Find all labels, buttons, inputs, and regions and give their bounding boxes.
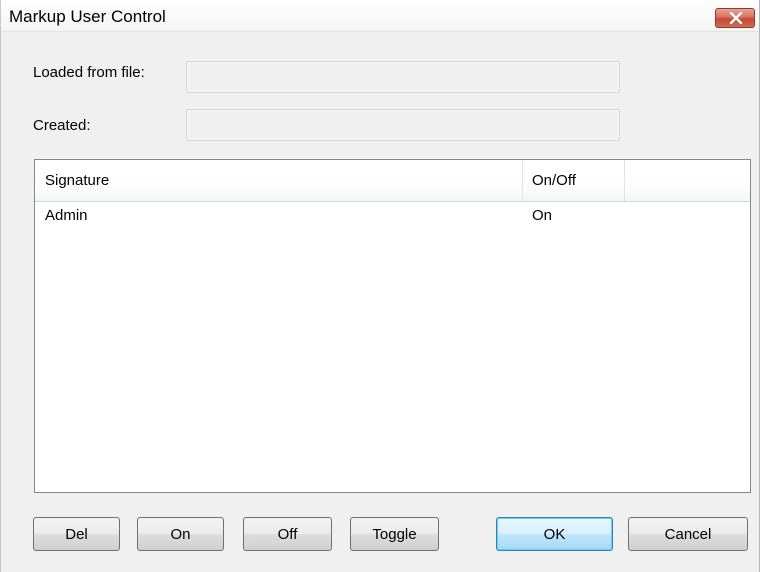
list-header: Signature On/Off [35, 160, 750, 202]
title-bar[interactable]: Markup User Control [1, 0, 759, 32]
ok-button[interactable]: OK [496, 517, 613, 551]
dialog-window: Markup User Control Loaded from file: Cr… [0, 0, 760, 572]
del-button[interactable]: Del [33, 517, 120, 551]
column-header-on-off[interactable]: On/Off [532, 172, 576, 189]
loaded-from-file-label: Loaded from file: [33, 64, 145, 81]
signature-cell: Admin [45, 207, 88, 224]
loaded-from-file-field[interactable] [186, 61, 620, 93]
window-title: Markup User Control [9, 7, 166, 26]
state-cell: On [532, 207, 553, 224]
cancel-button[interactable]: Cancel [628, 517, 748, 551]
close-icon [729, 12, 743, 24]
off-button[interactable]: Off [243, 517, 332, 551]
signature-list[interactable]: Signature On/Off Admin On [34, 159, 751, 493]
created-field[interactable] [186, 109, 620, 141]
column-separator[interactable] [624, 160, 625, 201]
column-header-signature[interactable]: Signature [45, 172, 109, 189]
column-separator[interactable] [522, 160, 523, 201]
table-row[interactable]: Admin On [35, 203, 750, 233]
toggle-button[interactable]: Toggle [350, 517, 439, 551]
close-button[interactable] [715, 8, 755, 28]
created-label: Created: [33, 117, 91, 134]
on-button[interactable]: On [137, 517, 224, 551]
